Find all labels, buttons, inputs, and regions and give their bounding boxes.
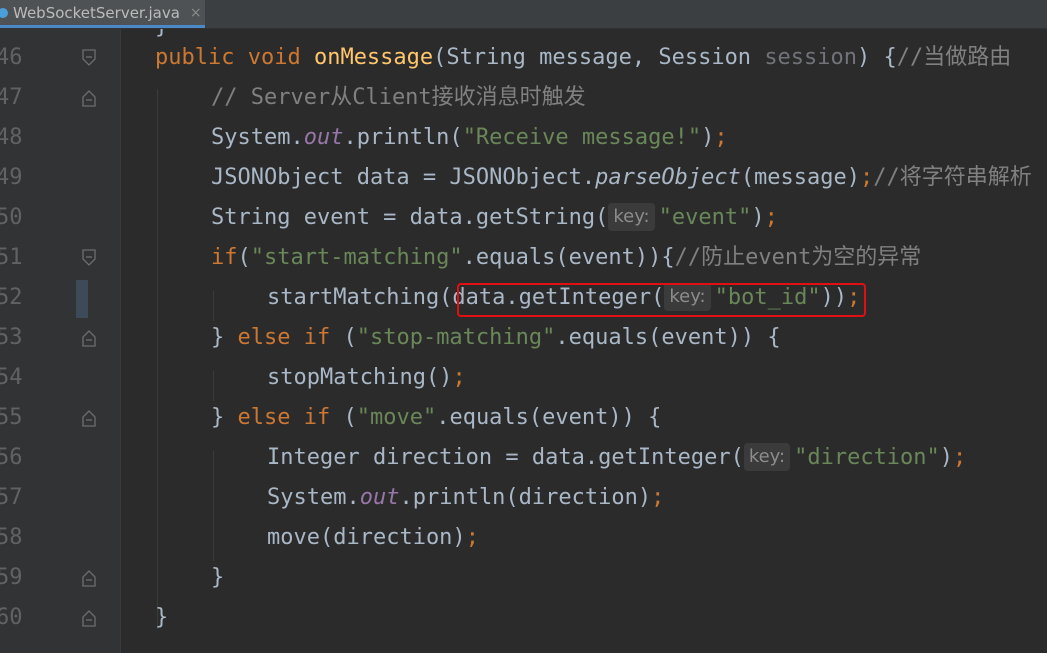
code-editor[interactable]: } 46 public void onMessage(String messag…: [0, 29, 1047, 653]
code-text: }: [155, 605, 169, 630]
code-text: public void onMessage(String message, Se…: [155, 45, 1012, 70]
code-text: } else if ("stop-matching".equals(event)…: [211, 325, 781, 350]
code-line-56[interactable]: 56 Integer direction = data.getInteger(k…: [0, 438, 1047, 478]
line-number: 55: [0, 405, 23, 430]
editor-tab-bar: WebSocketServer.java ×: [0, 0, 1047, 29]
code-line-53[interactable]: 53 } else if ("stop-matching".equals(eve…: [0, 318, 1047, 358]
code-line-51[interactable]: 51 if("start-matching".equals(event)){//…: [0, 238, 1047, 278]
line-number: 52: [0, 285, 23, 310]
fold-open-icon[interactable]: [81, 49, 97, 67]
code-text: // Server从Client接收消息时触发: [211, 85, 586, 110]
close-icon[interactable]: ×: [190, 5, 202, 21]
code-line-49[interactable]: 49 JSONObject data = JSONObject.parseObj…: [0, 158, 1047, 198]
code-text: String event = data.getString(key: "event…: [211, 203, 778, 231]
code-line-58[interactable]: 58 move(direction);: [0, 518, 1047, 558]
line-number: 54: [0, 365, 23, 390]
code-line-60[interactable]: 60 }: [0, 598, 1047, 638]
code-text: System.out.println("Receive message!");: [211, 125, 728, 150]
line-number: 50: [0, 205, 23, 230]
code-line-47[interactable]: 47 // Server从Client接收消息时触发: [0, 78, 1047, 118]
fold-collapse-icon[interactable]: [81, 409, 97, 427]
line-number: 60: [0, 605, 23, 630]
line-number: 53: [0, 325, 23, 350]
fold-collapse-icon[interactable]: [81, 329, 97, 347]
code-text: } else if ("move".equals(event)) {: [211, 405, 662, 430]
code-text: System.out.println(direction);: [267, 485, 665, 510]
code-line-55[interactable]: 55 } else if ("move".equals(event)) {: [0, 398, 1047, 438]
code-text: if("start-matching".equals(event)){//防止e…: [211, 245, 922, 270]
fold-collapse-icon[interactable]: [81, 89, 97, 107]
java-class-icon: [0, 7, 8, 18]
code-text: stopMatching();: [267, 365, 466, 390]
code-line-54[interactable]: 54 stopMatching();: [0, 358, 1047, 398]
line-number: 47: [0, 85, 23, 110]
tab-websocketserver-java[interactable]: WebSocketServer.java ×: [0, 0, 205, 28]
fold-collapse-icon[interactable]: [81, 569, 97, 587]
fold-open-icon[interactable]: [81, 249, 97, 267]
code-line-46[interactable]: 46 public void onMessage(String message,…: [0, 38, 1047, 78]
line-number: 58: [0, 525, 23, 550]
code-line-57[interactable]: 57 System.out.println(direction);: [0, 478, 1047, 518]
code-text: }: [211, 565, 225, 590]
code-text: JSONObject data = JSONObject.parseObject…: [211, 165, 1032, 190]
parameter-hint: key:: [608, 203, 655, 231]
highlight-annotation-box: [457, 283, 866, 317]
code-line-50[interactable]: 50 String event = data.getString(key: "ev…: [0, 198, 1047, 238]
line-number: 57: [0, 485, 23, 510]
tab-label: WebSocketServer.java: [13, 3, 180, 22]
code-line-48[interactable]: 48 System.out.println("Receive message!"…: [0, 118, 1047, 158]
code-line-59[interactable]: 59 }: [0, 558, 1047, 598]
line-number: 49: [0, 165, 23, 190]
parameter-hint: key:: [743, 443, 791, 471]
line-number: 56: [0, 445, 23, 470]
code-text: move(direction);: [267, 525, 479, 550]
fold-collapse-icon[interactable]: [81, 609, 97, 627]
line-number: 46: [0, 45, 23, 70]
line-number: 48: [0, 125, 23, 150]
line-number: 59: [0, 565, 23, 590]
code-text: Integer direction = data.getInteger(key:…: [267, 443, 967, 471]
line-number: 51: [0, 245, 23, 270]
